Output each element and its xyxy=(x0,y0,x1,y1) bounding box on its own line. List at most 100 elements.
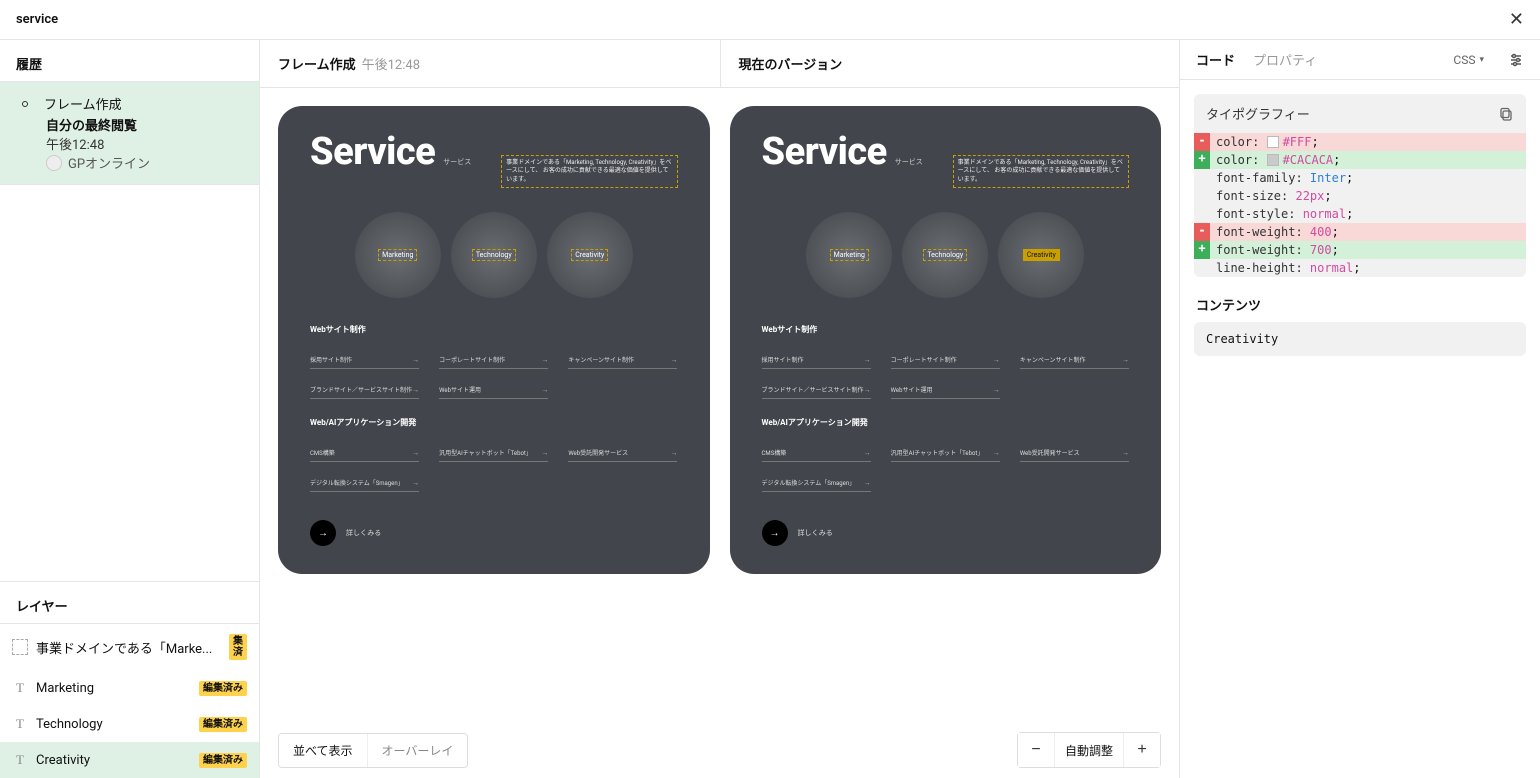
center-footer: 並べて表示 オーバーレイ − 自動調整 + xyxy=(260,722,1179,778)
layer-name: Technology xyxy=(36,717,191,732)
avatar-icon xyxy=(46,155,62,171)
list-item[interactable]: コーポレートサイト制作 xyxy=(439,351,548,369)
history-item[interactable]: フレーム作成 自分の最終閲覧 午後12:48 GPオンライン xyxy=(0,82,259,185)
list-item[interactable]: ブランドサイト／サービスサイト制作 xyxy=(310,381,419,399)
circle-label: Creativity xyxy=(1023,249,1060,261)
code-line: font-family: Inter; xyxy=(1194,169,1526,187)
zoom-control: − 自動調整 + xyxy=(1017,732,1161,768)
history-user: GPオンライン xyxy=(16,153,243,172)
layer-row[interactable]: Technology 編集済み xyxy=(0,706,259,742)
copy-icon[interactable] xyxy=(1498,106,1514,122)
circle-label: Creativity xyxy=(571,249,608,261)
contents-title: コンテンツ xyxy=(1180,277,1540,322)
service-card[interactable]: Service サービス 事業ドメインである「Marketing, Techno… xyxy=(730,106,1162,574)
list-item[interactable]: Web受託開発サービス xyxy=(1020,444,1129,462)
history-time: 午後12:48 xyxy=(16,134,243,153)
circle: Marketing xyxy=(806,212,892,298)
code-line: line-height: normal; xyxy=(1194,259,1526,277)
tab-code[interactable]: コード xyxy=(1196,50,1235,69)
list-item[interactable]: キャンペーンサイト制作 xyxy=(568,351,677,369)
layer-name: Creativity xyxy=(36,753,191,768)
pane-meta: 午後12:48 xyxy=(362,54,420,73)
pane-header-before: フレーム作成 午後12:48 xyxy=(260,40,720,87)
arrow-icon: → xyxy=(310,520,336,546)
layers-list: 事業ドメインである「Marke...集済Marketing編集済みTechnol… xyxy=(0,624,259,778)
circles: Marketing Technology Creativity xyxy=(762,212,1130,298)
layer-row[interactable]: Creativity 編集済み xyxy=(0,742,259,778)
layer-row[interactable]: Marketing 編集済み xyxy=(0,670,259,706)
code-line: font-size: 22px; xyxy=(1194,187,1526,205)
list-item[interactable]: 採用サイト制作 xyxy=(310,351,419,369)
code-line: font-style: normal; xyxy=(1194,205,1526,223)
arrow-icon: → xyxy=(762,520,788,546)
circles: Marketing Technology Creativity xyxy=(310,212,678,298)
history-action: フレーム作成 xyxy=(44,94,122,113)
layer-name: Marketing xyxy=(36,681,191,696)
status-badge: 編集済み xyxy=(199,681,247,696)
text-icon xyxy=(12,752,28,768)
section1-grid: 採用サイト制作 コーポレートサイト制作 キャンペーンサイト制作ブランドサイト／サービ… xyxy=(762,351,1130,399)
text-icon xyxy=(12,716,28,732)
canvas-wrap[interactable]: Service サービス 事業ドメインである「Marketing, Techno… xyxy=(260,88,1179,722)
pane-label: 現在のバージョン xyxy=(739,54,843,73)
layers-title: レイヤー xyxy=(0,581,259,624)
list-item[interactable]: CMS構築 xyxy=(310,444,419,462)
list-item[interactable]: CMS構築 xyxy=(762,444,871,462)
bullet-icon xyxy=(22,101,28,107)
close-icon[interactable]: ✕ xyxy=(1509,9,1524,30)
code-line: -color: #FFF; xyxy=(1194,133,1526,151)
list-item[interactable]: Webサイト運用 xyxy=(439,381,548,399)
section2-title: Web/AIアプリケーション開発 xyxy=(762,417,1130,428)
circle-label: Technology xyxy=(923,249,967,261)
service-title: Service xyxy=(762,130,887,174)
view-toggle: 並べて表示 オーバーレイ xyxy=(278,733,468,768)
layer-row[interactable]: 事業ドメインである「Marke... 集済 xyxy=(0,624,259,670)
settings-icon[interactable] xyxy=(1508,52,1524,68)
more-label: 詳しくみる xyxy=(798,528,833,538)
tab-properties[interactable]: プロパティ xyxy=(1253,50,1317,69)
list-item[interactable]: コーポレートサイト制作 xyxy=(891,351,1000,369)
center-header: フレーム作成 午後12:48 現在のバージョン xyxy=(260,40,1179,88)
list-item[interactable]: ブランドサイト／サービスサイト制作 xyxy=(762,381,871,399)
circle: Marketing xyxy=(355,212,441,298)
more[interactable]: → 詳しくみる xyxy=(310,520,678,546)
language-select[interactable]: CSS xyxy=(1453,53,1484,67)
list-item[interactable]: 採用サイト制作 xyxy=(762,351,871,369)
status-badge: 集済 xyxy=(229,634,247,660)
status-badge: 編集済み xyxy=(199,753,247,768)
typography-title: タイポグラフィー xyxy=(1206,104,1310,123)
circle-label: Technology xyxy=(472,249,516,261)
zoom-label[interactable]: 自動調整 xyxy=(1054,733,1124,767)
tab-overlay[interactable]: オーバーレイ xyxy=(367,734,468,767)
text-icon xyxy=(12,680,28,696)
zoom-in-button[interactable]: + xyxy=(1124,733,1160,767)
list-item[interactable]: キャンペーンサイト制作 xyxy=(1020,351,1129,369)
service-title: Service xyxy=(310,130,435,174)
list-item[interactable]: 汎用型AIチャットボット「Tebot」 xyxy=(439,444,548,462)
frame-icon xyxy=(12,639,28,655)
code-line: -font-weight: 400; xyxy=(1194,223,1526,241)
service-subtitle: サービス xyxy=(443,157,471,167)
list-item[interactable]: Webサイト運用 xyxy=(891,381,1000,399)
tab-side-by-side[interactable]: 並べて表示 xyxy=(279,734,367,767)
section2-grid: CMS構築 汎用型AIチャットボット「Tebot」 Web受託開発サービスデジタル転… xyxy=(762,444,1130,492)
list-item[interactable]: Web受託開発サービス xyxy=(568,444,677,462)
status-badge: 編集済み xyxy=(199,717,247,732)
list-item[interactable]: 汎用型AIチャットボット「Tebot」 xyxy=(891,444,1000,462)
code-line: +font-weight: 700; xyxy=(1194,241,1526,259)
typography-block: タイポグラフィー -color: #FFF;+color: #CACACA;fo… xyxy=(1194,94,1526,277)
pane-header-after: 現在のバージョン xyxy=(720,40,1180,87)
zoom-out-button[interactable]: − xyxy=(1018,733,1054,767)
more[interactable]: → 詳しくみる xyxy=(762,520,1130,546)
code-line: +color: #CACACA; xyxy=(1194,151,1526,169)
service-subtitle: サービス xyxy=(895,157,923,167)
service-desc: 事業ドメインである「Marketing, Technology, Creativ… xyxy=(953,155,1129,188)
layer-name: 事業ドメインである「Marke... xyxy=(36,638,221,657)
service-desc: 事業ドメインである「Marketing, Technology, Creativ… xyxy=(501,155,677,188)
list-item[interactable]: デジタル転換システム「Smagen」 xyxy=(310,474,419,492)
circle-label: Marketing xyxy=(830,249,869,261)
list-item[interactable]: デジタル転換システム「Smagen」 xyxy=(762,474,871,492)
service-card[interactable]: Service サービス 事業ドメインである「Marketing, Techno… xyxy=(278,106,710,574)
pane-label: フレーム作成 xyxy=(278,54,356,73)
history-user-name: GPオンライン xyxy=(68,153,150,172)
